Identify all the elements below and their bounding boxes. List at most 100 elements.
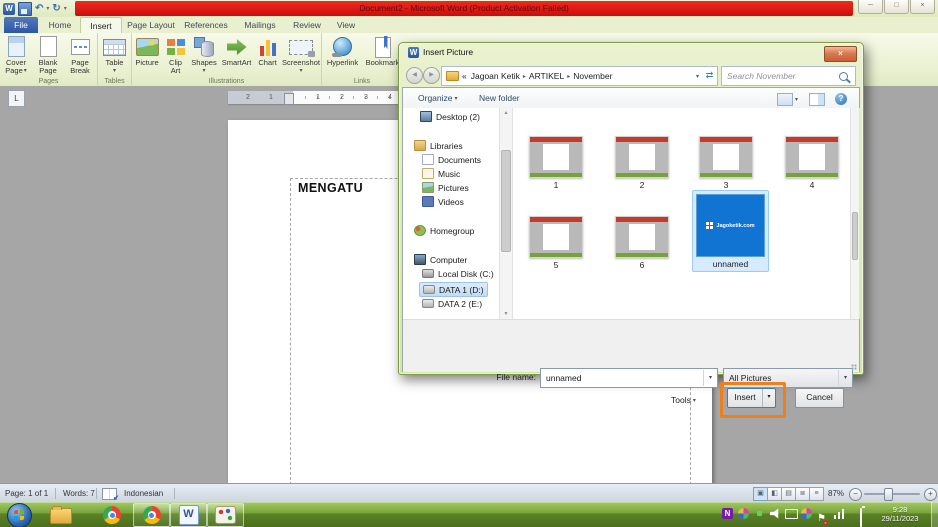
dialog-help-button[interactable]: ? — [835, 93, 847, 105]
view-fullscreen-button[interactable]: ◧ — [767, 487, 782, 501]
table-button[interactable]: Table ▾ — [98, 34, 131, 77]
tab-stop-selector[interactable]: L — [8, 90, 25, 107]
minimize-button[interactable]: ─ — [858, 0, 883, 14]
undo-button[interactable]: ↶ — [35, 3, 43, 15]
tray-display-icon[interactable] — [785, 509, 798, 519]
zoom-level[interactable]: 87% — [828, 489, 844, 498]
close-button[interactable]: × — [910, 0, 935, 14]
page-count[interactable]: Page: 1 of 1 — [5, 489, 48, 498]
word-count[interactable]: Words: 7 — [63, 489, 95, 498]
resize-grip[interactable] — [851, 364, 857, 370]
organize-menu[interactable]: Organize ▾ — [418, 93, 458, 103]
scrollbar-thumb[interactable] — [501, 150, 511, 252]
zoom-in-button[interactable]: + — [924, 488, 937, 501]
tab-home[interactable]: Home — [42, 17, 78, 33]
file-item-1[interactable]: 1 — [521, 136, 591, 190]
taskbar-explorer-button[interactable] — [50, 506, 72, 524]
file-item-2[interactable]: 2 — [607, 136, 677, 190]
zoom-slider-thumb[interactable] — [884, 488, 893, 501]
tools-menu[interactable]: Tools ▾ — [671, 395, 696, 405]
tab-file[interactable]: File — [4, 17, 38, 33]
chart-button[interactable]: Chart — [254, 34, 281, 77]
blank-page-button[interactable]: Blank Page — [32, 34, 64, 77]
nav-item-data1-d[interactable]: DATA 1 (D:) — [419, 282, 488, 297]
breadcrumb-item[interactable]: November — [573, 71, 612, 81]
refresh-button[interactable]: ⇄ — [702, 66, 718, 86]
file-item-3[interactable]: 3 — [691, 136, 761, 190]
dropdown-icon[interactable]: ▾ — [703, 370, 717, 386]
breadcrumb-item[interactable]: Jagoan Ketik — [471, 71, 520, 81]
file-item-5[interactable]: 5 — [521, 216, 591, 270]
start-button[interactable] — [7, 503, 32, 527]
tab-review[interactable]: Review — [288, 17, 326, 33]
preview-pane-button[interactable] — [809, 93, 825, 106]
taskbar-paint-button[interactable] — [207, 503, 244, 527]
file-item-6[interactable]: 6 — [607, 216, 677, 270]
undo-dropdown-icon[interactable]: ▾ — [46, 3, 49, 15]
tray-battery-icon[interactable] — [859, 506, 865, 527]
back-button[interactable]: ◀ — [406, 67, 423, 84]
address-bar[interactable]: « Jagoan Ketik ▸ ARTIKEL ▸ November ▾ — [441, 66, 704, 86]
language-indicator[interactable]: Indonesian — [124, 489, 163, 498]
taskbar-chrome-button[interactable] — [103, 506, 121, 524]
scrollbar-thumb[interactable] — [852, 212, 858, 260]
breadcrumb-item[interactable]: ARTIKEL — [529, 71, 564, 81]
nav-item-homegroup[interactable]: Homegroup — [411, 224, 477, 237]
zoom-out-button[interactable]: − — [849, 488, 862, 501]
file-name-combobox[interactable]: unnamed ▾ — [540, 368, 718, 388]
qat-customize-icon[interactable]: ▾ — [64, 3, 67, 15]
taskbar-clock[interactable]: 9:28 29/11/2023 — [872, 505, 928, 523]
indent-marker[interactable] — [284, 93, 294, 105]
view-print-layout-button[interactable]: ▣ — [753, 487, 768, 501]
screenshot-button[interactable]: Screenshot ▾ — [281, 34, 321, 77]
tab-mailings[interactable]: Mailings — [238, 17, 282, 33]
picture-button[interactable]: Picture — [132, 34, 162, 77]
new-folder-button[interactable]: New folder — [479, 93, 520, 103]
forward-button[interactable]: ▶ — [423, 67, 440, 84]
page-break-button[interactable]: Page Break — [64, 34, 96, 77]
file-item-unnamed-selected[interactable]: Jagoketik.com unnamed — [692, 190, 769, 272]
nav-item-pictures[interactable]: Pictures — [419, 181, 472, 194]
nav-scrollbar[interactable]: ▲ ▼ — [499, 108, 513, 319]
spellcheck-icon[interactable]: ✔ — [102, 488, 119, 502]
shapes-button[interactable]: Shapes ▾ — [189, 34, 219, 77]
scroll-down-icon[interactable]: ▼ — [500, 311, 512, 317]
tab-references[interactable]: References — [180, 17, 232, 33]
nav-item-music[interactable]: Music — [419, 167, 463, 180]
save-button[interactable] — [18, 1, 32, 16]
redo-button[interactable]: ↻ — [52, 3, 60, 15]
taskbar-chrome-active-button[interactable] — [133, 503, 170, 527]
show-desktop-button[interactable] — [931, 502, 938, 527]
files-scrollbar[interactable] — [850, 108, 860, 319]
smartart-button[interactable]: SmartArt — [219, 34, 254, 77]
bookmark-button[interactable]: Bookmark — [363, 34, 402, 77]
nav-item-desktop[interactable]: Desktop (2) — [417, 110, 483, 123]
cancel-button[interactable]: Cancel — [795, 388, 844, 408]
tab-view[interactable]: View — [330, 17, 362, 33]
tab-page-layout[interactable]: Page Layout — [124, 17, 178, 33]
view-outline-button[interactable]: ≣ — [795, 487, 810, 501]
search-box[interactable]: Search November — [721, 66, 856, 86]
file-item-4[interactable]: 4 — [777, 136, 847, 190]
dropdown-icon[interactable]: ▾ — [838, 370, 852, 386]
tab-insert[interactable]: Insert — [80, 17, 122, 34]
nav-item-local-disk-c[interactable]: Local Disk (C:) — [419, 267, 497, 280]
nav-item-data2-e[interactable]: DATA 2 (E:) — [419, 297, 485, 310]
nav-item-computer[interactable]: Computer — [411, 253, 470, 266]
nav-item-videos[interactable]: Videos — [419, 195, 467, 208]
taskbar-word-button[interactable]: W — [170, 503, 207, 527]
view-web-layout-button[interactable]: ▤ — [781, 487, 796, 501]
nav-item-documents[interactable]: Documents — [419, 153, 484, 166]
view-draft-button[interactable]: ≡ — [809, 487, 824, 501]
tray-app-icon[interactable] — [801, 508, 812, 519]
nav-item-libraries[interactable]: Libraries — [411, 139, 466, 152]
tray-action-center-icon[interactable]: ⚑ × — [817, 513, 828, 525]
hyperlink-button[interactable]: Hyperlink — [322, 34, 363, 77]
tray-onenote-icon[interactable]: N — [722, 508, 733, 519]
clip-art-button[interactable]: Clip Art — [162, 34, 189, 77]
dialog-close-button[interactable]: × — [824, 46, 857, 62]
cover-page-button[interactable]: Cover Page ▾ — [0, 34, 32, 77]
tray-network-icon[interactable] — [834, 508, 845, 519]
scroll-up-icon[interactable]: ▲ — [500, 110, 512, 116]
views-button[interactable]: ▾ — [777, 93, 798, 106]
